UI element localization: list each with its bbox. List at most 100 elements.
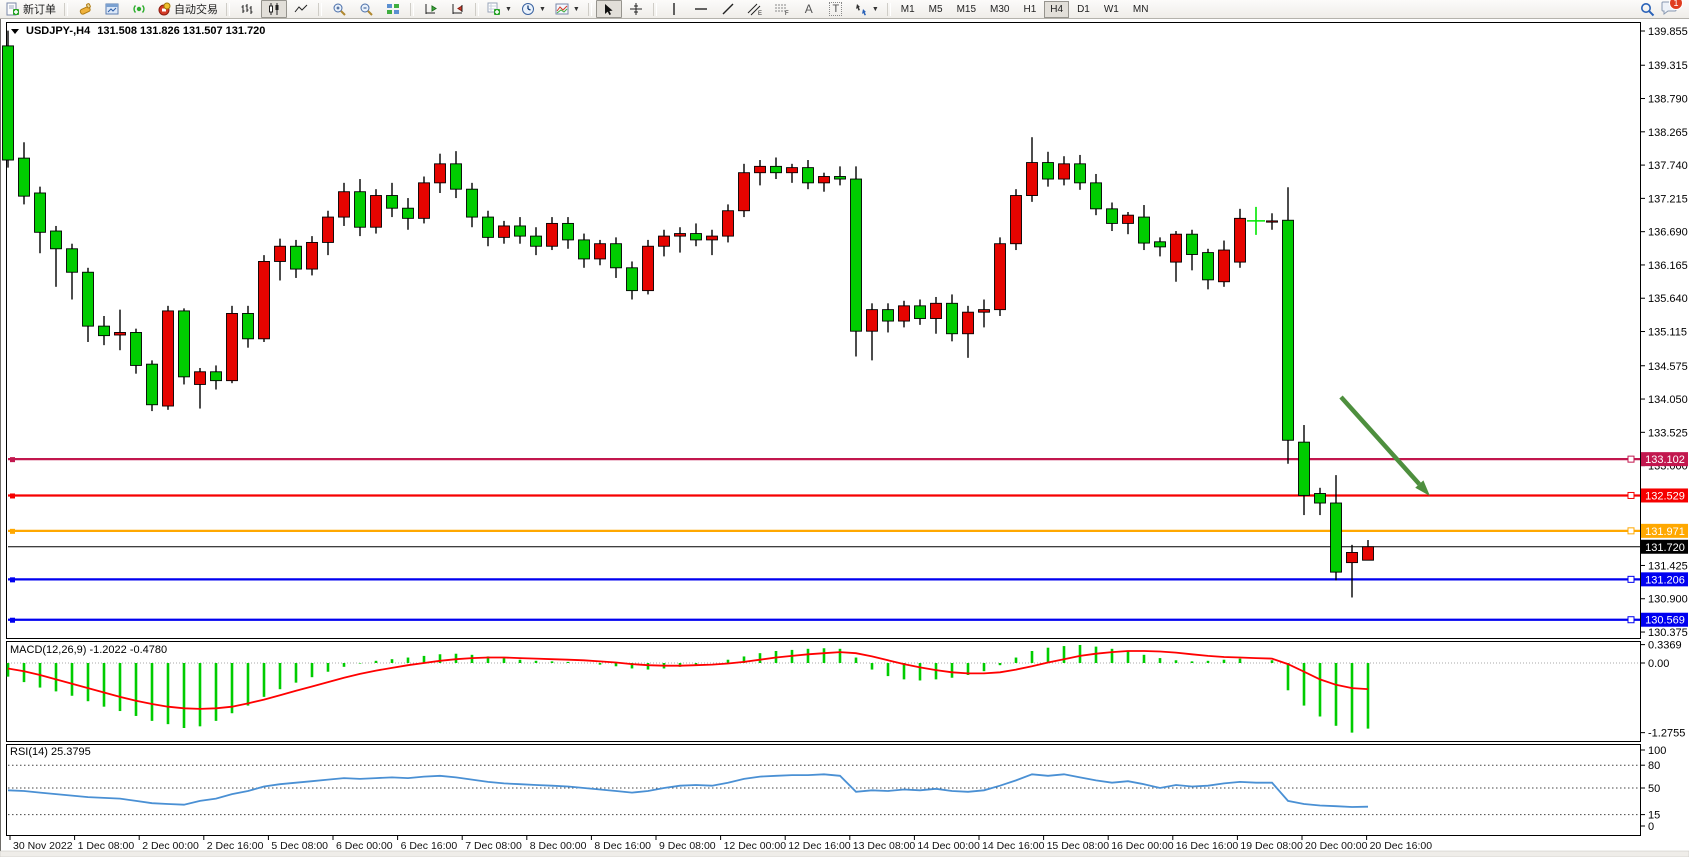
time-tick-label: 20 Dec 16:00 xyxy=(1370,840,1433,852)
candle-body xyxy=(995,244,1006,310)
candle-body xyxy=(1187,234,1198,254)
horizontal-line-tool-button[interactable] xyxy=(688,0,714,18)
hline-left-anchor[interactable] xyxy=(10,493,15,498)
candle-body xyxy=(51,231,62,249)
candle-body xyxy=(1075,164,1086,183)
timeframe-w1-button[interactable]: W1 xyxy=(1098,1,1125,18)
candle-body xyxy=(771,166,782,172)
tile-windows-button[interactable] xyxy=(380,0,406,18)
hline-right-anchor[interactable] xyxy=(1628,528,1634,534)
vertical-line-tool-button[interactable] xyxy=(661,0,687,18)
auto-scroll-button[interactable] xyxy=(418,0,444,18)
price-label-text: 131.206 xyxy=(1645,574,1685,586)
candle-body xyxy=(803,168,814,183)
hline-right-anchor[interactable] xyxy=(1628,576,1634,582)
candle-chart-button[interactable] xyxy=(261,0,287,18)
search-button[interactable] xyxy=(1634,0,1660,18)
candle-body xyxy=(867,310,878,332)
text-tool-icon: A xyxy=(805,2,813,16)
templates-button[interactable]: ▼ xyxy=(551,0,584,18)
new-order-button[interactable]: 新订单 xyxy=(2,0,60,18)
candle-body xyxy=(851,179,862,331)
periods-button[interactable]: ▼ xyxy=(517,0,550,18)
hline-right-anchor[interactable] xyxy=(1628,617,1634,623)
new-order-label: 新订单 xyxy=(23,1,56,17)
chart-canvas[interactable]: 139.855139.315138.790138.265137.740137.2… xyxy=(0,0,1689,857)
candle-body xyxy=(659,236,670,246)
line-chart-icon xyxy=(294,2,308,16)
add-indicator-icon xyxy=(487,2,501,16)
candle-body xyxy=(579,240,590,259)
timeframe-mn-button[interactable]: MN xyxy=(1127,1,1155,18)
chart-title[interactable]: USDJPY-,H4 131.508 131.826 131.507 131.7… xyxy=(11,25,265,37)
timeframe-m30-button[interactable]: M30 xyxy=(984,1,1015,18)
market-watch-button[interactable] xyxy=(99,0,125,18)
text-tool-button[interactable]: A xyxy=(796,0,822,18)
hline-right-anchor[interactable] xyxy=(1628,492,1634,498)
candle-body xyxy=(131,332,142,365)
channel-tool-button[interactable]: E xyxy=(742,0,768,18)
cursor-tool-button[interactable] xyxy=(596,0,622,18)
candle-body xyxy=(467,189,478,217)
chat-button[interactable]: 1 xyxy=(1661,0,1677,18)
candle-body xyxy=(371,196,382,228)
candle-body xyxy=(595,244,606,259)
crosshair-tool-button[interactable] xyxy=(623,0,649,18)
trendline-tool-button[interactable] xyxy=(715,0,741,18)
template-icon xyxy=(555,2,569,16)
candle-body xyxy=(691,234,702,240)
arrows-tool-button[interactable]: ▼ xyxy=(850,0,883,18)
time-tick-label: 8 Dec 16:00 xyxy=(594,840,651,852)
macd-tick-label: 0.00 xyxy=(1648,658,1669,670)
timeframe-d1-button[interactable]: D1 xyxy=(1071,1,1096,18)
candle-body xyxy=(947,303,958,333)
price-tick-label: 133.525 xyxy=(1648,427,1688,439)
line-chart-button[interactable] xyxy=(288,0,314,18)
chart-symbol-timeframe: USDJPY-,H4 xyxy=(26,25,90,37)
signals-button[interactable] xyxy=(126,0,152,18)
equidistant-channel-icon: E xyxy=(747,2,763,16)
chart-shift-button[interactable] xyxy=(445,0,471,18)
candle-body xyxy=(1315,494,1326,504)
timeframe-m15-button[interactable]: M15 xyxy=(951,1,982,18)
price-tick-label: 134.050 xyxy=(1648,394,1688,406)
candle-body xyxy=(1027,163,1038,196)
timeframe-m5-button[interactable]: M5 xyxy=(923,1,949,18)
bar-chart-button[interactable] xyxy=(234,0,260,18)
autotrade-icon xyxy=(157,2,171,16)
vertical-line-icon xyxy=(668,2,680,16)
timeframe-h1-button[interactable]: H1 xyxy=(1017,1,1042,18)
price-label-text: 132.529 xyxy=(1645,490,1685,502)
styler-button[interactable] xyxy=(72,0,98,18)
candle-chart-icon xyxy=(267,2,281,16)
candle-body xyxy=(211,372,222,381)
horizontal-line-icon xyxy=(694,3,708,15)
autotrade-button[interactable]: 自动交易 xyxy=(153,0,222,18)
candle-body xyxy=(739,173,750,211)
hline-left-anchor[interactable] xyxy=(10,529,15,534)
candle-body xyxy=(419,183,430,219)
time-tick-label: 6 Dec 00:00 xyxy=(336,840,393,852)
hline-right-anchor[interactable] xyxy=(1628,456,1634,462)
price-tick-label: 138.265 xyxy=(1648,127,1688,139)
hline-left-anchor[interactable] xyxy=(10,577,15,582)
crosshair-icon xyxy=(629,2,643,16)
hline-left-anchor[interactable] xyxy=(10,457,15,462)
timeframe-h4-button[interactable]: H4 xyxy=(1044,1,1069,18)
text-label-tool-button[interactable]: T xyxy=(823,0,849,18)
toolbar-separator xyxy=(64,3,68,16)
chart-background xyxy=(0,18,1689,857)
rsi-tick-label: 100 xyxy=(1648,745,1666,757)
timeframe-m1-button[interactable]: M1 xyxy=(895,1,921,18)
zoom-in-button[interactable] xyxy=(326,0,352,18)
time-tick-label: 7 Dec 08:00 xyxy=(465,840,522,852)
candle-body xyxy=(723,211,734,236)
indicators-button[interactable]: ▼ xyxy=(483,0,516,18)
candle-body xyxy=(195,372,206,385)
candle-body xyxy=(499,226,510,237)
fibonacci-tool-button[interactable]: F xyxy=(769,0,795,18)
chart-dropdown-icon[interactable] xyxy=(11,29,19,34)
hline-left-anchor[interactable] xyxy=(10,618,15,623)
candle-body xyxy=(291,246,302,269)
zoom-out-button[interactable] xyxy=(353,0,379,18)
